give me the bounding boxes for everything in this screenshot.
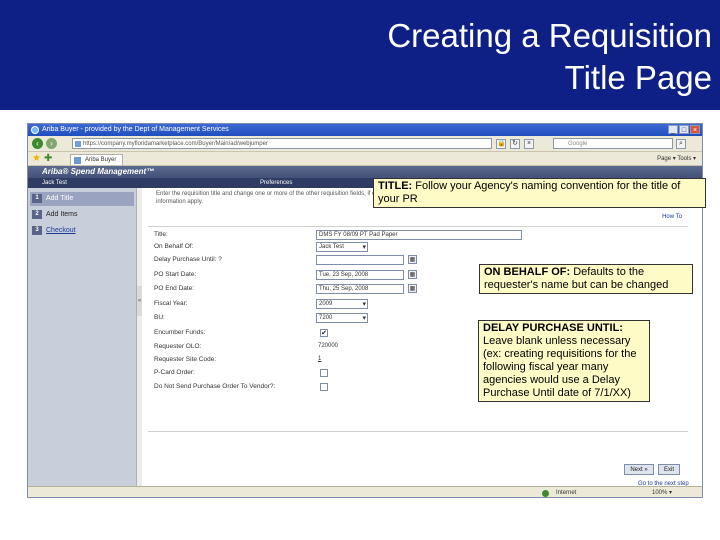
close-button[interactable]: ×: [690, 125, 700, 134]
address-bar-row: ‹ › https://company.myfloridamarketplace…: [28, 136, 702, 152]
add-favorite-icon[interactable]: ✚: [44, 153, 52, 165]
title-input[interactable]: DMS FY 08/09 PT Pad Paper: [316, 230, 522, 240]
calendar-icon[interactable]: ▦: [408, 270, 417, 279]
status-zone: Internet: [556, 490, 577, 496]
current-user: Jack Test: [42, 180, 67, 186]
internet-zone-icon: [542, 490, 549, 497]
step-number: 1: [32, 194, 42, 203]
encumber-funds-label: Encumber Funds:: [154, 329, 206, 336]
minimize-button[interactable]: _: [668, 125, 678, 134]
exit-button[interactable]: Exit: [658, 464, 680, 475]
address-input[interactable]: https://company.myfloridamarketplace.com…: [72, 138, 492, 149]
on-behalf-of-select[interactable]: Jack Test: [316, 242, 368, 252]
tab-icon: [74, 157, 81, 164]
ariba-brand-bar: Ariba® Spend Management™: [28, 166, 702, 178]
bu-select[interactable]: 7200: [316, 313, 368, 323]
do-not-send-po-checkbox[interactable]: [320, 383, 328, 391]
delay-purchase-label: Delay Purchase Until: ?: [154, 256, 222, 263]
search-input[interactable]: Google: [553, 138, 673, 149]
back-icon[interactable]: ‹: [32, 138, 43, 149]
slide-title-line1: Creating a Requisition: [387, 17, 712, 54]
requester-site-code-value[interactable]: 1: [316, 355, 346, 365]
tab-label: Ariba Buyer: [85, 157, 117, 163]
bu-label: BU:: [154, 314, 165, 321]
po-end-date-input[interactable]: Thu, 25 Sep, 2008: [316, 284, 404, 294]
status-bar: Internet 100% ▾: [28, 486, 702, 497]
forward-icon[interactable]: ›: [46, 138, 57, 149]
browser-tab[interactable]: Ariba Buyer: [70, 154, 124, 165]
requester-olo-value: 720000: [318, 343, 339, 349]
divider: [148, 431, 688, 432]
maximize-button[interactable]: □: [679, 125, 689, 134]
search-icon[interactable]: ⌕: [676, 139, 686, 149]
window-controls: _ □ ×: [668, 125, 700, 134]
window-title: Ariba Buyer - provided by the Dept of Ma…: [42, 126, 229, 133]
step-label: Add Title: [46, 195, 74, 202]
on-behalf-of-label: On Behalf Of:: [154, 243, 194, 250]
preferences-link[interactable]: Preferences: [260, 178, 292, 188]
po-start-date-label: PO Start Date:: [154, 271, 197, 278]
callout-delay-purchase: DELAY PURCHASE UNTIL: Leave blank unless…: [478, 320, 650, 402]
po-end-date-label: PO End Date:: [154, 285, 195, 292]
divider: [148, 226, 688, 227]
next-button[interactable]: Next »: [624, 464, 654, 475]
search-placeholder: Google: [568, 141, 588, 147]
callout-on-behalf-of: ON BEHALF OF: Defaults to the requester'…: [479, 264, 693, 294]
step-add-title[interactable]: 1 Add Title: [30, 192, 134, 206]
window-titlebar: Ariba Buyer - provided by the Dept of Ma…: [28, 124, 702, 136]
p-card-order-label: P-Card Order:: [154, 369, 195, 376]
step-label: Add Items: [46, 211, 78, 218]
title-label: Title:: [154, 231, 168, 238]
ariba-brand: Ariba® Spend Management™: [42, 167, 155, 176]
delay-purchase-input[interactable]: [316, 255, 404, 265]
tools-menu[interactable]: Page ▾ Tools ▾: [657, 154, 696, 165]
fiscal-year-label: Fiscal Year:: [154, 300, 188, 307]
calendar-icon[interactable]: ▦: [408, 255, 417, 264]
favorites-star-icon[interactable]: ★: [32, 153, 41, 165]
po-start-date-input[interactable]: Tue, 23 Sep, 2008: [316, 270, 404, 280]
slide: Creating a Requisition Title Page Ariba …: [0, 0, 720, 540]
callout-text: Follow your Agency's naming convention f…: [378, 180, 681, 205]
callout-text: Leave blank unless necessary (ex: creati…: [483, 335, 637, 399]
fiscal-year-select[interactable]: 2009: [316, 299, 368, 309]
how-to-link[interactable]: How To: [662, 214, 682, 220]
slide-header: Creating a Requisition Title Page: [0, 0, 720, 110]
step-checkout[interactable]: 3 Checkout: [30, 224, 134, 238]
callout-heading: ON BEHALF OF:: [484, 266, 571, 278]
zoom-level[interactable]: 100% ▾: [652, 487, 672, 497]
step-number: 2: [32, 210, 42, 219]
address-text: https://company.myfloridamarketplace.com…: [83, 141, 268, 147]
refresh-icon[interactable]: ↻: [510, 139, 520, 149]
stop-icon[interactable]: ×: [524, 139, 534, 149]
callout-heading: TITLE:: [378, 180, 413, 192]
requester-site-code-label: Requester Site Code:: [154, 356, 217, 363]
page-icon: [75, 141, 81, 147]
calendar-icon[interactable]: ▦: [408, 284, 417, 293]
callout-title: TITLE: Follow your Agency's naming conve…: [373, 178, 706, 208]
step-number: 3: [32, 226, 42, 235]
p-card-order-checkbox[interactable]: [320, 369, 328, 377]
browser-icon: [31, 126, 39, 134]
lock-icon[interactable]: 🔒: [496, 139, 506, 149]
tab-bar: ★ ✚ Ariba Buyer Page ▾ Tools ▾: [28, 152, 702, 166]
callout-heading: DELAY PURCHASE UNTIL:: [483, 322, 623, 334]
step-navigation: 1 Add Title 2 Add Items 3 Checkout: [28, 188, 136, 486]
step-label: Checkout: [46, 227, 76, 234]
do-not-send-po-label: Do Not Send Purchase Order To Vendor?:: [154, 383, 276, 390]
step-add-items[interactable]: 2 Add Items: [30, 208, 134, 222]
requester-olo-label: Requester OLO:: [154, 343, 202, 350]
slide-title-line2: Title Page: [564, 59, 712, 96]
encumber-funds-checkbox[interactable]: ✔: [320, 329, 328, 337]
